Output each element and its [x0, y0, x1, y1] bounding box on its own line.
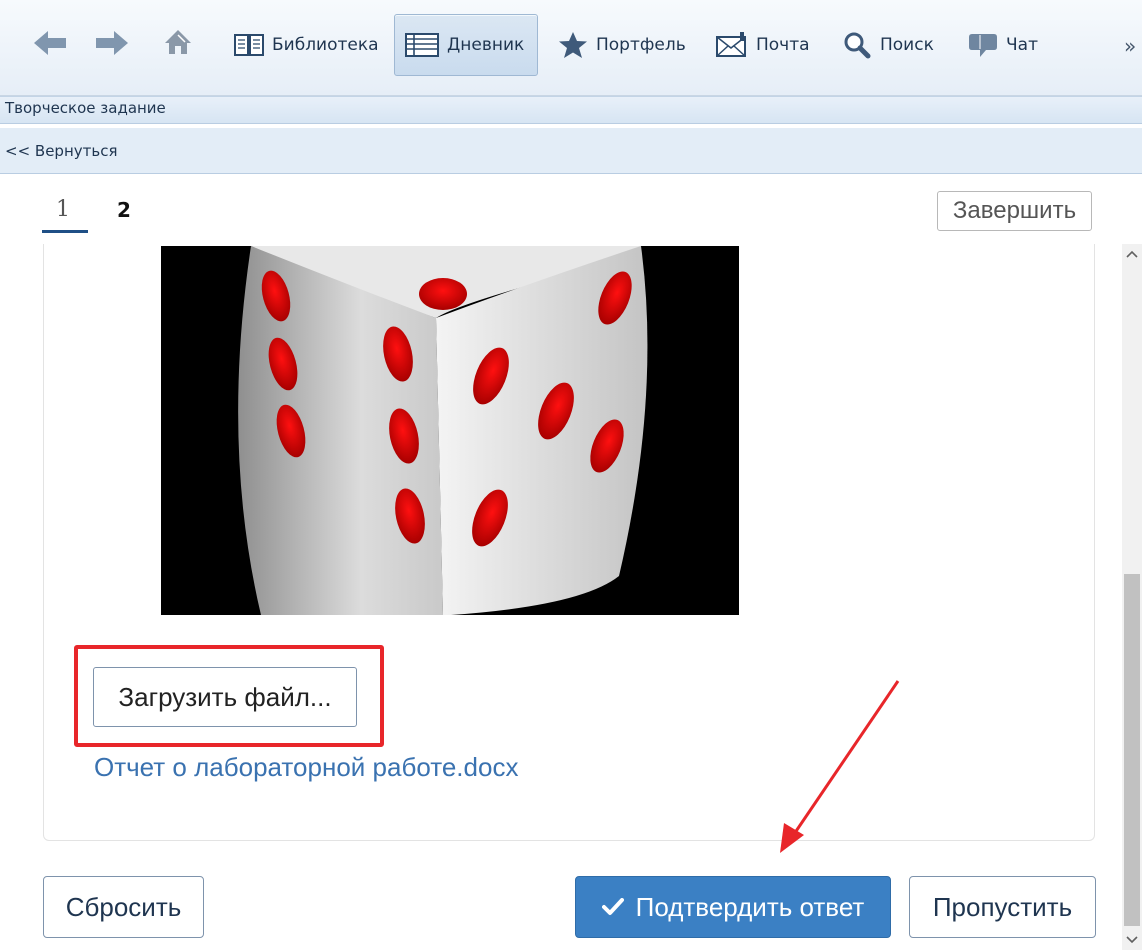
toolbar-item-chat[interactable]: Чат: [968, 14, 1058, 76]
page-title: Творческое задание: [5, 99, 166, 117]
diary-icon: [405, 33, 439, 57]
toolbar-item-portfolio[interactable]: Портфель: [558, 14, 700, 76]
page-tab-2[interactable]: 2: [117, 190, 131, 230]
back-arrow-icon[interactable]: [32, 28, 68, 62]
annotation-arrow-icon: [770, 675, 910, 859]
vertical-scrollbar[interactable]: [1122, 244, 1142, 950]
back-bar: << Вернуться: [0, 128, 1142, 174]
toolbar-item-search[interactable]: Поиск: [842, 14, 952, 76]
forward-arrow-icon[interactable]: [94, 28, 130, 62]
toolbar-item-mail[interactable]: Почта: [716, 14, 826, 76]
dice-image: [161, 246, 739, 615]
more-menu-button[interactable]: »: [1124, 34, 1136, 58]
star-icon: [558, 31, 588, 59]
confirm-answer-label: Подтвердить ответ: [635, 891, 865, 922]
toolbar-item-diary[interactable]: Дневник: [394, 14, 538, 76]
reset-button[interactable]: Сбросить: [43, 876, 204, 938]
toolbar-item-label: Дневник: [447, 35, 525, 55]
scroll-up-icon[interactable]: [1122, 244, 1142, 264]
upload-file-button[interactable]: Загрузить файл...: [93, 667, 357, 727]
current-page-indicator: [42, 230, 88, 233]
skip-button[interactable]: Пропустить: [909, 876, 1096, 938]
uploaded-file-link[interactable]: Отчет о лабораторной работе.docx: [94, 752, 518, 783]
toolbar: Библиотека Дневник Портфель Почта Поиск …: [0, 0, 1142, 96]
toolbar-item-label: Портфель: [596, 35, 686, 55]
toolbar-item-label: Чат: [1006, 35, 1038, 55]
checkmark-icon: [601, 892, 624, 923]
search-icon: [842, 31, 872, 59]
mail-icon: [716, 32, 748, 58]
toolbar-item-label: Поиск: [880, 35, 934, 55]
book-icon: [234, 33, 264, 57]
toolbar-item-library[interactable]: Библиотека: [232, 14, 392, 76]
finish-button[interactable]: Завершить: [937, 191, 1092, 231]
toolbar-item-label: Почта: [756, 35, 810, 55]
scrollbar-thumb[interactable]: [1124, 574, 1140, 926]
back-link[interactable]: << Вернуться: [5, 142, 117, 160]
confirm-answer-button[interactable]: Подтвердить ответ: [575, 876, 891, 938]
page-title-bar: Творческое задание: [0, 96, 1142, 124]
page-tab-1[interactable]: 1: [56, 190, 70, 230]
chat-icon: [968, 31, 998, 59]
home-icon[interactable]: [163, 27, 193, 61]
toolbar-item-label: Библиотека: [272, 35, 379, 55]
scroll-down-icon[interactable]: [1122, 930, 1142, 950]
